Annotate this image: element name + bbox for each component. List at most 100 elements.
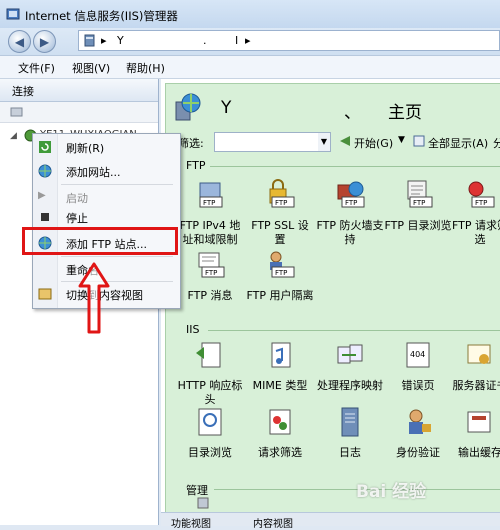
feature-label: MIME 类型 (252, 379, 308, 392)
menu-item-refresh[interactable]: 刷新(R) (33, 136, 180, 158)
svg-text:404: 404 (410, 350, 425, 359)
feature-logging[interactable]: 日志 (316, 406, 384, 460)
authentication-icon (409, 409, 431, 434)
group-header-ftp[interactable]: FTP (186, 159, 206, 172)
feature-mime-types[interactable]: MIME 类型 (246, 339, 314, 393)
svg-text:FTP: FTP (475, 199, 487, 207)
feature-label: 身份验证 (396, 446, 440, 459)
show-all-button[interactable]: 全部显示(A) (428, 135, 488, 151)
highlight-annotation (22, 227, 178, 255)
menu-view[interactable]: 视图(V) (72, 60, 110, 76)
feature-label: 日志 (339, 446, 361, 459)
feature-ftp-user-isolation[interactable]: FTP FTP 用户隔离 (246, 249, 314, 303)
tab-content-view[interactable]: 内容视图 (253, 515, 293, 530)
feature-output-caching[interactable]: 输出缓存 (450, 406, 500, 460)
group-button[interactable]: 分组 (493, 135, 500, 151)
feature-request-filtering[interactable]: 请求筛选 (246, 406, 314, 460)
menu-item-label: 启动 (66, 192, 88, 205)
directory-browsing-icon (198, 408, 222, 436)
tab-features-view[interactable]: 功能视图 (171, 515, 211, 530)
response-headers-icon (196, 342, 221, 368)
feature-label: 请求筛选 (258, 446, 302, 459)
stop-icon (41, 213, 49, 221)
certificate-icon (467, 344, 491, 364)
menu-separator (61, 256, 173, 257)
menu-item-label: 刷新(R) (66, 142, 105, 155)
feature-ftp-ssl[interactable]: FTP FTP SSL 设置 (246, 179, 314, 247)
request-filter-icon (269, 409, 291, 435)
ftp-firewall-icon: FTP (337, 181, 365, 208)
group-divider (210, 166, 500, 167)
ftp-lock-icon: FTP (269, 179, 295, 208)
start-icon (340, 136, 350, 146)
globe-add-icon (38, 164, 52, 178)
handler-icon (337, 344, 363, 364)
forward-button[interactable]: ▶ (33, 30, 56, 53)
feature-ftp-directory-browsing[interactable]: FTP FTP 目录浏览 (384, 179, 452, 233)
expand-icon[interactable]: ◢ (10, 131, 17, 141)
group-header-iis[interactable]: IIS (186, 323, 199, 336)
menu-item-add-website[interactable]: 添加网站... (33, 160, 180, 182)
svg-text:FTP: FTP (413, 199, 425, 207)
feature-http-response-headers[interactable]: HTTP 响应标头 (176, 339, 244, 407)
feature-label: FTP SSL 设置 (251, 219, 309, 246)
feature-label: 处理程序映射 (317, 379, 383, 392)
back-arrow-icon: ◀ (14, 34, 25, 49)
menu-item-stop[interactable]: 停止 (33, 206, 180, 228)
home-content: Y 、 主页 筛选: ▼ 开始(G) ▼ 全部显示(A) 分组 FTP FTP … (165, 83, 500, 515)
start-button[interactable]: 开始(G) (354, 135, 393, 151)
breadcrumb-arrow: ▸ (101, 34, 107, 47)
filter-label: 筛选: (178, 137, 204, 150)
feature-label: FTP 请求筛选 (452, 219, 500, 246)
features-pane: Y 、 主页 筛选: ▼ 开始(G) ▼ 全部显示(A) 分组 FTP FTP … (161, 79, 500, 525)
forward-arrow-icon: ▶ (39, 34, 50, 49)
menu-item-start[interactable]: ▶ 启动 (33, 186, 180, 208)
error-page-icon: 404 (406, 342, 430, 368)
feature-ftp-messages[interactable]: FTP FTP 消息 (176, 249, 244, 303)
feature-label: 服务器证书 (452, 379, 500, 392)
svg-text:FTP: FTP (203, 199, 215, 207)
address-bar: ◀ ▶ ▸ Y . I ▸ (0, 28, 500, 56)
feature-label: FTP IPv4 地址和域限制 (179, 219, 241, 246)
connect-icon[interactable] (10, 105, 24, 119)
feature-error-pages[interactable]: 404 错误页 (384, 339, 452, 393)
content-view-icon (38, 288, 52, 300)
server-globe-icon (175, 93, 201, 121)
feature-ftp-ip-restrictions[interactable]: FTP FTP IPv4 地址和域限制 (176, 179, 244, 247)
menu-help[interactable]: 帮助(H) (126, 60, 165, 76)
menu-item-label: 停止 (66, 212, 88, 225)
connections-toolbar (0, 102, 158, 123)
feature-server-certificates[interactable]: 服务器证书 (450, 339, 500, 393)
svg-text:FTP: FTP (275, 269, 287, 277)
menu-file[interactable]: 文件(F) (18, 60, 55, 76)
menu-separator (61, 184, 173, 185)
menu-item-label: 添加网站... (66, 166, 121, 179)
breadcrumb-arrow: ▸ (245, 34, 251, 47)
manage-feature-icon[interactable] (196, 496, 210, 510)
filter-input[interactable] (214, 132, 320, 152)
ftp-filter-icon: FTP (468, 181, 495, 208)
watermark: Bai 经验 (356, 482, 427, 502)
feature-label: FTP 用户隔离 (246, 289, 314, 302)
ftp-user-icon: FTP (270, 251, 295, 278)
feature-authentication[interactable]: 身份验证 (384, 406, 452, 460)
refresh-icon (39, 141, 51, 153)
group-divider (208, 330, 500, 331)
title-bar: Internet 信息服务(IIS)管理器 (0, 0, 500, 28)
feature-directory-browsing[interactable]: 目录浏览 (176, 406, 244, 460)
feature-label: HTTP 响应标头 (177, 379, 243, 406)
start-dropdown-icon[interactable]: ▼ (398, 135, 405, 145)
address-field[interactable]: ▸ Y . I ▸ (78, 30, 500, 51)
feature-ftp-request-filtering[interactable]: FTP FTP 请求筛选 (450, 179, 500, 247)
connections-title: 连接 (12, 85, 34, 98)
feature-ftp-firewall[interactable]: FTP FTP 防火墙支持 (316, 179, 384, 247)
back-button[interactable]: ◀ (8, 30, 31, 53)
filter-dropdown-icon[interactable]: ▼ (318, 132, 331, 152)
home-title: 主页 (388, 103, 422, 123)
show-all-icon (413, 135, 425, 147)
server-title: Y (221, 98, 232, 118)
log-icon (341, 407, 359, 437)
red-arrow-annotation (78, 262, 110, 334)
feature-handler-mappings[interactable]: 处理程序映射 (316, 339, 384, 393)
breadcrumb-server[interactable]: Y (117, 34, 124, 47)
